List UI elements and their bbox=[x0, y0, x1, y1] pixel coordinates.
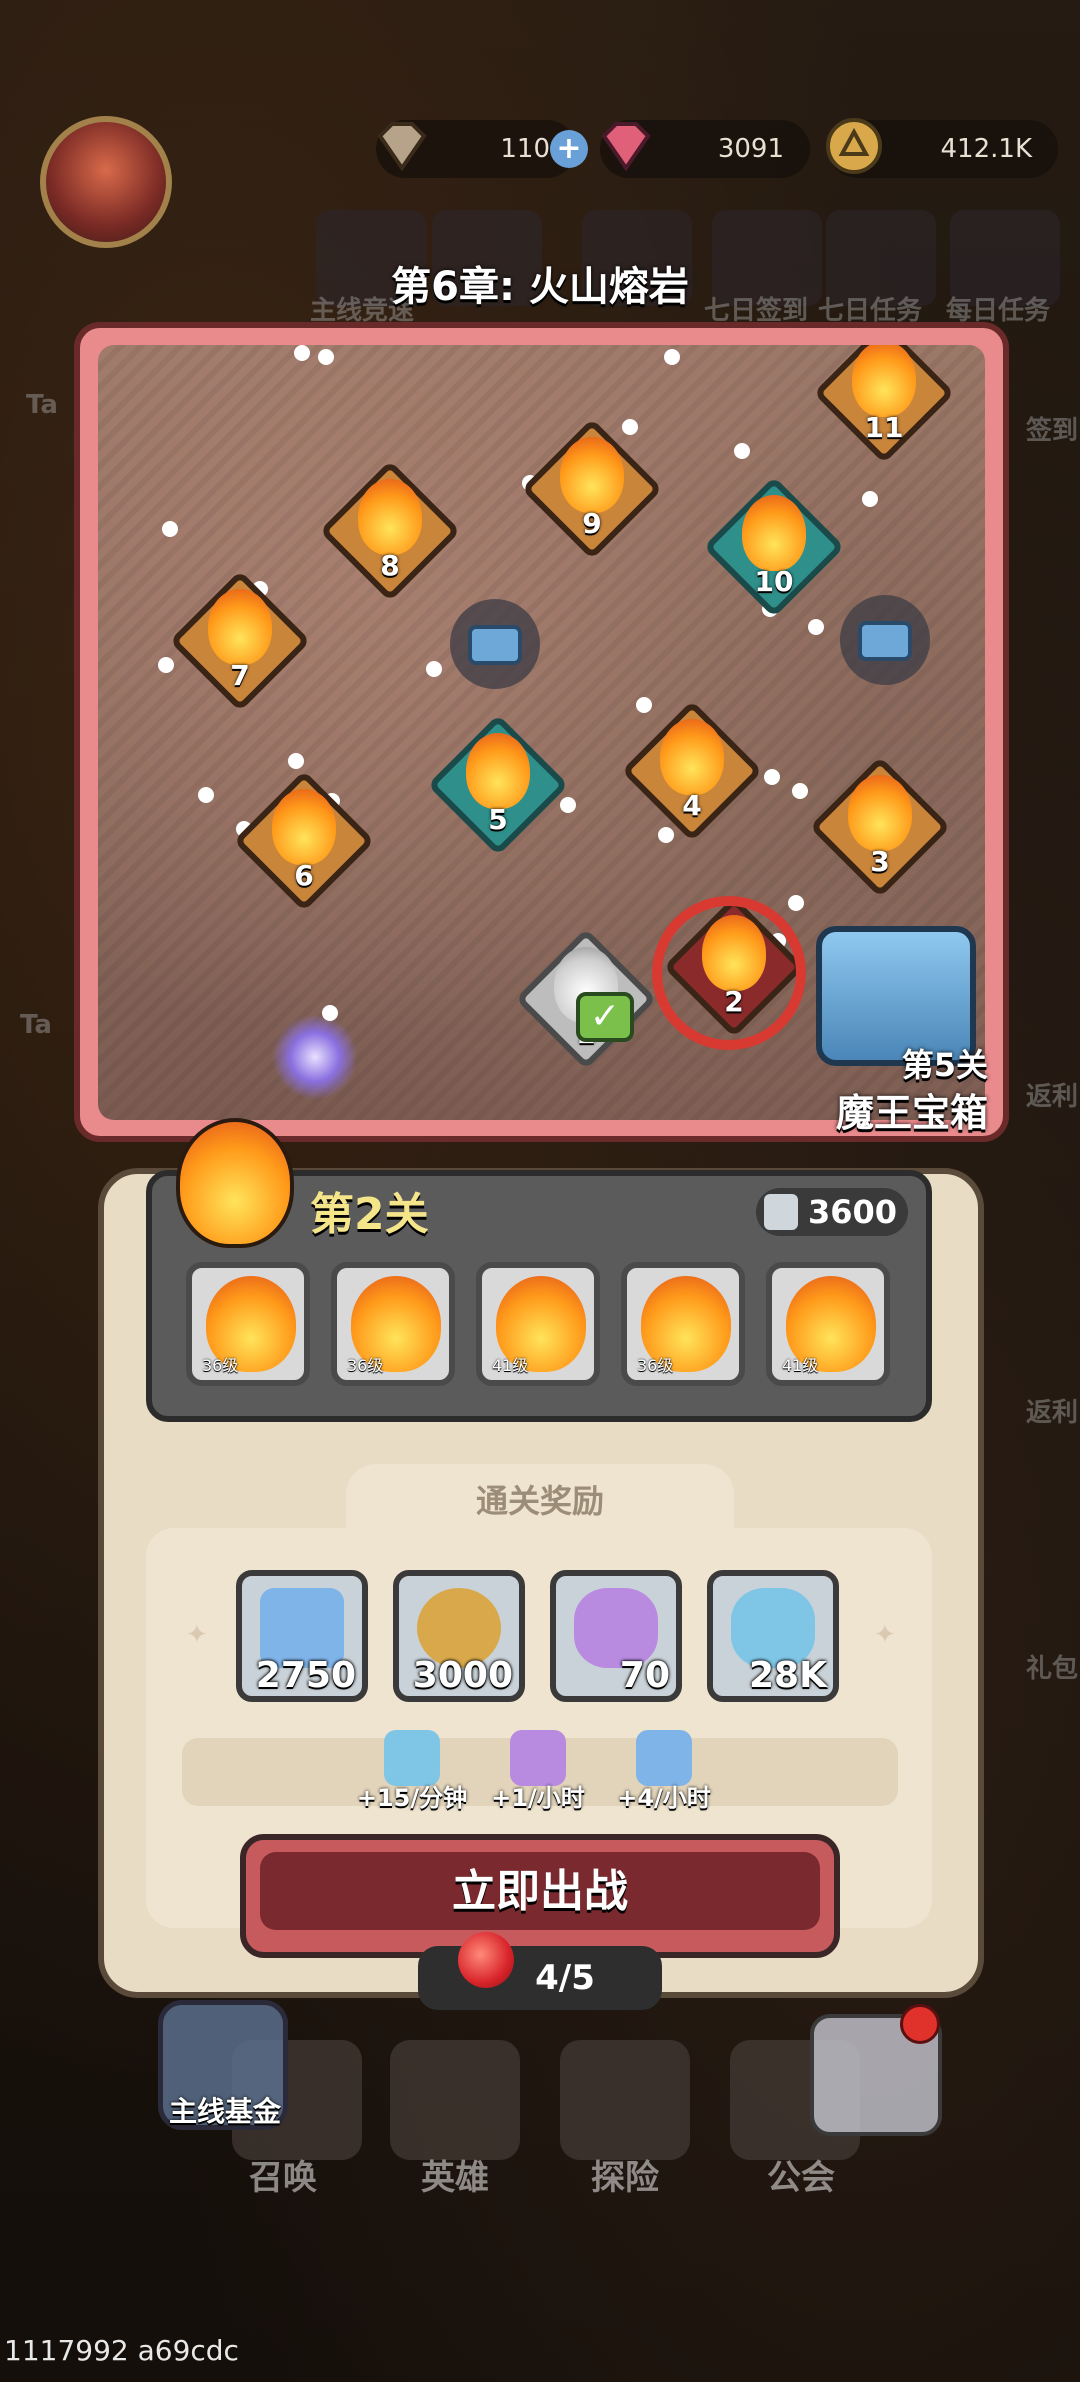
reward-item-gold[interactable]: 3000 bbox=[393, 1570, 525, 1702]
current-stage-ring bbox=[652, 896, 806, 1050]
path-dot bbox=[664, 349, 680, 365]
fight-now-label: 立即出战 bbox=[260, 1852, 820, 1930]
nav-hero-icon[interactable] bbox=[390, 2040, 520, 2160]
path-dot bbox=[288, 753, 304, 769]
path-dot bbox=[318, 349, 334, 365]
stage-node-8[interactable]: 8 bbox=[319, 460, 461, 602]
stage-node-7[interactable]: 7 bbox=[169, 570, 311, 712]
reward-amount: 2750 bbox=[255, 1655, 356, 1696]
stage-cleared-check-icon: ✓ bbox=[576, 992, 634, 1042]
enemy-level: 41级 bbox=[492, 1356, 529, 1375]
rate-label: +4/小时 bbox=[617, 1784, 711, 1812]
fight-now-button[interactable]: 立即出战 bbox=[240, 1834, 840, 1958]
ruby-icon bbox=[601, 122, 651, 172]
boss-chest-name-label: 魔王宝箱 bbox=[835, 1091, 988, 1135]
power-icon bbox=[764, 1194, 798, 1230]
path-dot bbox=[158, 657, 174, 673]
add-gem-button[interactable]: + bbox=[550, 130, 588, 168]
sparkle-icon: ✦ bbox=[874, 1620, 896, 1650]
notification-badge bbox=[900, 2004, 940, 2044]
path-dot bbox=[560, 797, 576, 813]
nav-hero-label: 英雄 bbox=[421, 2158, 489, 2198]
chest-icon bbox=[468, 625, 522, 665]
reward-amount: 28K bbox=[749, 1655, 827, 1696]
power-value: 3600 bbox=[808, 1193, 898, 1231]
stage-node-number: 5 bbox=[488, 803, 508, 836]
path-dot bbox=[426, 661, 442, 677]
rate-label: +15/分钟 bbox=[356, 1784, 468, 1812]
path-dot bbox=[862, 491, 878, 507]
reward-amount: 3000 bbox=[412, 1655, 513, 1696]
stage-node-9[interactable]: 9 bbox=[521, 418, 663, 560]
enemy-level: 36级 bbox=[637, 1356, 674, 1375]
stage-node-5-boss[interactable]: 5 bbox=[427, 714, 569, 856]
enemy-slot[interactable]: 36级 bbox=[621, 1262, 745, 1386]
stage-node-number: 4 bbox=[682, 789, 702, 822]
enemy-slot[interactable]: 41级 bbox=[766, 1262, 890, 1386]
stage-node-11[interactable]: 11 bbox=[813, 345, 955, 464]
rate-label: +1/小时 bbox=[491, 1784, 585, 1812]
build-id-text: 1117992 a69cdc bbox=[4, 2334, 239, 2367]
reward-item-crystal[interactable]: 2750 bbox=[236, 1570, 368, 1702]
enemy-slot[interactable]: 41级 bbox=[476, 1262, 600, 1386]
path-dot bbox=[162, 521, 178, 537]
stage-node-10-boss[interactable]: 10 bbox=[703, 476, 845, 618]
boss-chest-stage-label: 第5关 bbox=[901, 1046, 988, 1084]
gem-amount: 110 bbox=[500, 134, 550, 164]
reward-item-purple-potion[interactable]: 70 bbox=[550, 1570, 682, 1702]
gem-icon bbox=[377, 122, 427, 172]
player-avatar[interactable] bbox=[40, 116, 172, 248]
enemy-slot[interactable]: 36级 bbox=[186, 1262, 310, 1386]
stage-node-number: 3 bbox=[870, 845, 890, 878]
enemy-slot[interactable]: 36级 bbox=[331, 1262, 455, 1386]
gold-coin-icon bbox=[826, 118, 882, 174]
stage-flame-icon bbox=[176, 1118, 294, 1248]
stage-node-number: 9 bbox=[582, 507, 602, 540]
nav-summon-label: 召唤 bbox=[249, 2158, 317, 2198]
reward-item-blue-potion[interactable]: 28K bbox=[707, 1570, 839, 1702]
gem-counter: 110 + bbox=[376, 120, 588, 178]
stamina-counter: 4/5 bbox=[418, 1946, 662, 2010]
ruby-counter: 3091 bbox=[600, 120, 810, 178]
path-dot bbox=[198, 787, 214, 803]
gold-amount: 412.1K bbox=[940, 134, 1032, 164]
enemy-level: 41级 bbox=[782, 1356, 819, 1375]
nav-explore-label: 探险 bbox=[591, 2158, 659, 2198]
ruby-amount: 3091 bbox=[717, 134, 784, 164]
stage-node-3[interactable]: 3 bbox=[809, 756, 951, 898]
stage-name: 第2关 bbox=[310, 1189, 429, 1240]
gold-counter: 412.1K bbox=[826, 118, 1058, 178]
reward-title: 通关奖励 bbox=[346, 1464, 734, 1538]
map-chest[interactable] bbox=[450, 599, 540, 689]
enemy-level: 36级 bbox=[202, 1356, 239, 1375]
stage-node-number: 6 bbox=[294, 859, 314, 892]
reward-amount: 70 bbox=[619, 1655, 670, 1696]
stage-node-number: 10 bbox=[754, 565, 794, 598]
stage-power: 3600 bbox=[756, 1188, 908, 1236]
portal-effect bbox=[272, 1014, 358, 1100]
sparkle-icon: ✦ bbox=[186, 1620, 208, 1650]
stage-node-number: 11 bbox=[864, 411, 904, 444]
chest-icon bbox=[858, 621, 912, 661]
path-dot bbox=[734, 443, 750, 459]
path-dot bbox=[764, 769, 780, 785]
path-dot bbox=[808, 619, 824, 635]
chapter-title: 第6章: 火山熔岩 bbox=[391, 264, 689, 310]
nav-guild-label: 公会 bbox=[767, 2158, 835, 2198]
path-dot bbox=[792, 783, 808, 799]
map-chest[interactable] bbox=[840, 595, 930, 685]
stage-node-number: 7 bbox=[230, 659, 250, 692]
stage-node-number: 8 bbox=[380, 549, 400, 582]
main-fund-label: 主线基金 bbox=[168, 2095, 281, 2128]
apple-icon bbox=[458, 1932, 514, 1988]
nav-explore-icon[interactable] bbox=[560, 2040, 690, 2160]
stage-node-4[interactable]: 4 bbox=[621, 700, 763, 842]
enemy-level: 36级 bbox=[347, 1356, 384, 1375]
path-dot bbox=[322, 1005, 338, 1021]
stage-node-6[interactable]: 6 bbox=[233, 770, 375, 912]
